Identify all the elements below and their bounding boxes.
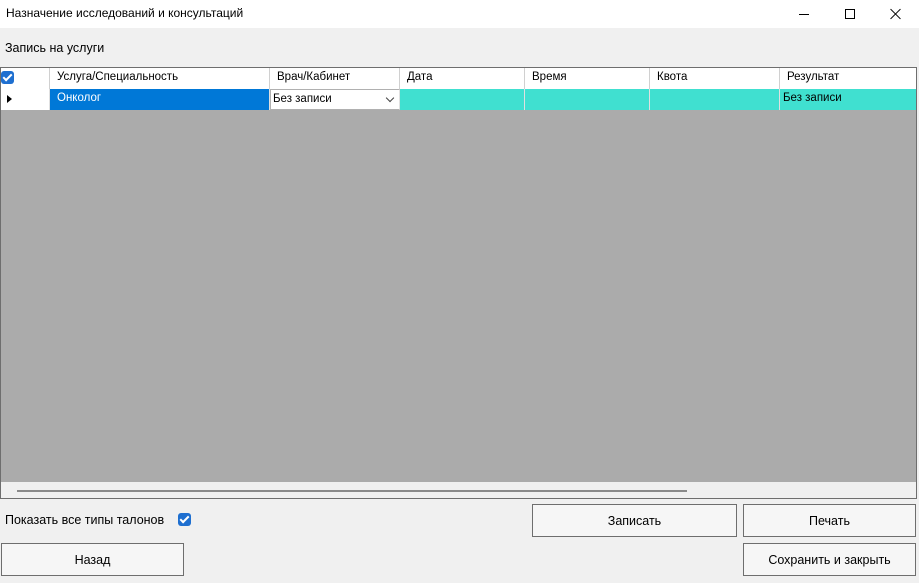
save-and-close-button[interactable]: Сохранить и закрыть (743, 543, 916, 576)
column-header-date[interactable]: Дата (400, 68, 525, 89)
close-icon (890, 8, 902, 20)
title-bar: Назначение исследований и консультаций (0, 0, 919, 28)
header-select-cell[interactable] (1, 68, 50, 89)
column-header-result[interactable]: Результат (780, 68, 916, 89)
minimize-icon (799, 13, 809, 15)
doctor-dropdown-value: Без записи (273, 93, 332, 105)
cell-result[interactable]: Без записи (780, 89, 916, 110)
grid-header: Услуга/Специальность Врач/Кабинет Дата В… (1, 68, 916, 90)
dropdown-button[interactable] (381, 90, 399, 109)
chevron-down-icon (385, 93, 395, 102)
doctor-dropdown[interactable]: Без записи (270, 89, 400, 110)
back-button[interactable]: Назад (1, 543, 184, 576)
maximize-icon (845, 9, 855, 19)
header-select-all-checkbox[interactable] (1, 71, 14, 84)
window-title: Назначение исследований и консультаций (6, 6, 244, 20)
print-button[interactable]: Печать (743, 504, 916, 537)
scrollbar-thumb[interactable] (17, 490, 687, 492)
horizontal-scrollbar[interactable] (1, 482, 916, 498)
services-grid[interactable]: Услуга/Специальность Врач/Кабинет Дата В… (0, 67, 917, 499)
column-header-quota[interactable]: Квота (650, 68, 780, 89)
cell-service[interactable]: Онколог (50, 89, 270, 110)
column-header-service[interactable]: Услуга/Специальность (50, 68, 270, 89)
show-all-tickets-checkbox[interactable] (178, 513, 191, 526)
cell-quota[interactable] (650, 89, 780, 110)
column-header-doctor[interactable]: Врач/Кабинет (270, 68, 400, 89)
cell-date[interactable] (400, 89, 525, 110)
section-label: Запись на услуги (5, 41, 105, 55)
close-button[interactable] (873, 0, 919, 28)
maximize-button[interactable] (827, 0, 873, 28)
column-header-time[interactable]: Время (525, 68, 650, 89)
minimize-button[interactable] (781, 0, 827, 28)
row-header[interactable] (1, 89, 50, 110)
current-row-arrow-icon (7, 95, 12, 103)
show-all-tickets-label: Показать все типы талонов (5, 513, 165, 527)
table-row[interactable]: Онколог Без записи Без записи (1, 89, 916, 110)
record-button[interactable]: Записать (532, 504, 737, 537)
cell-time[interactable] (525, 89, 650, 110)
